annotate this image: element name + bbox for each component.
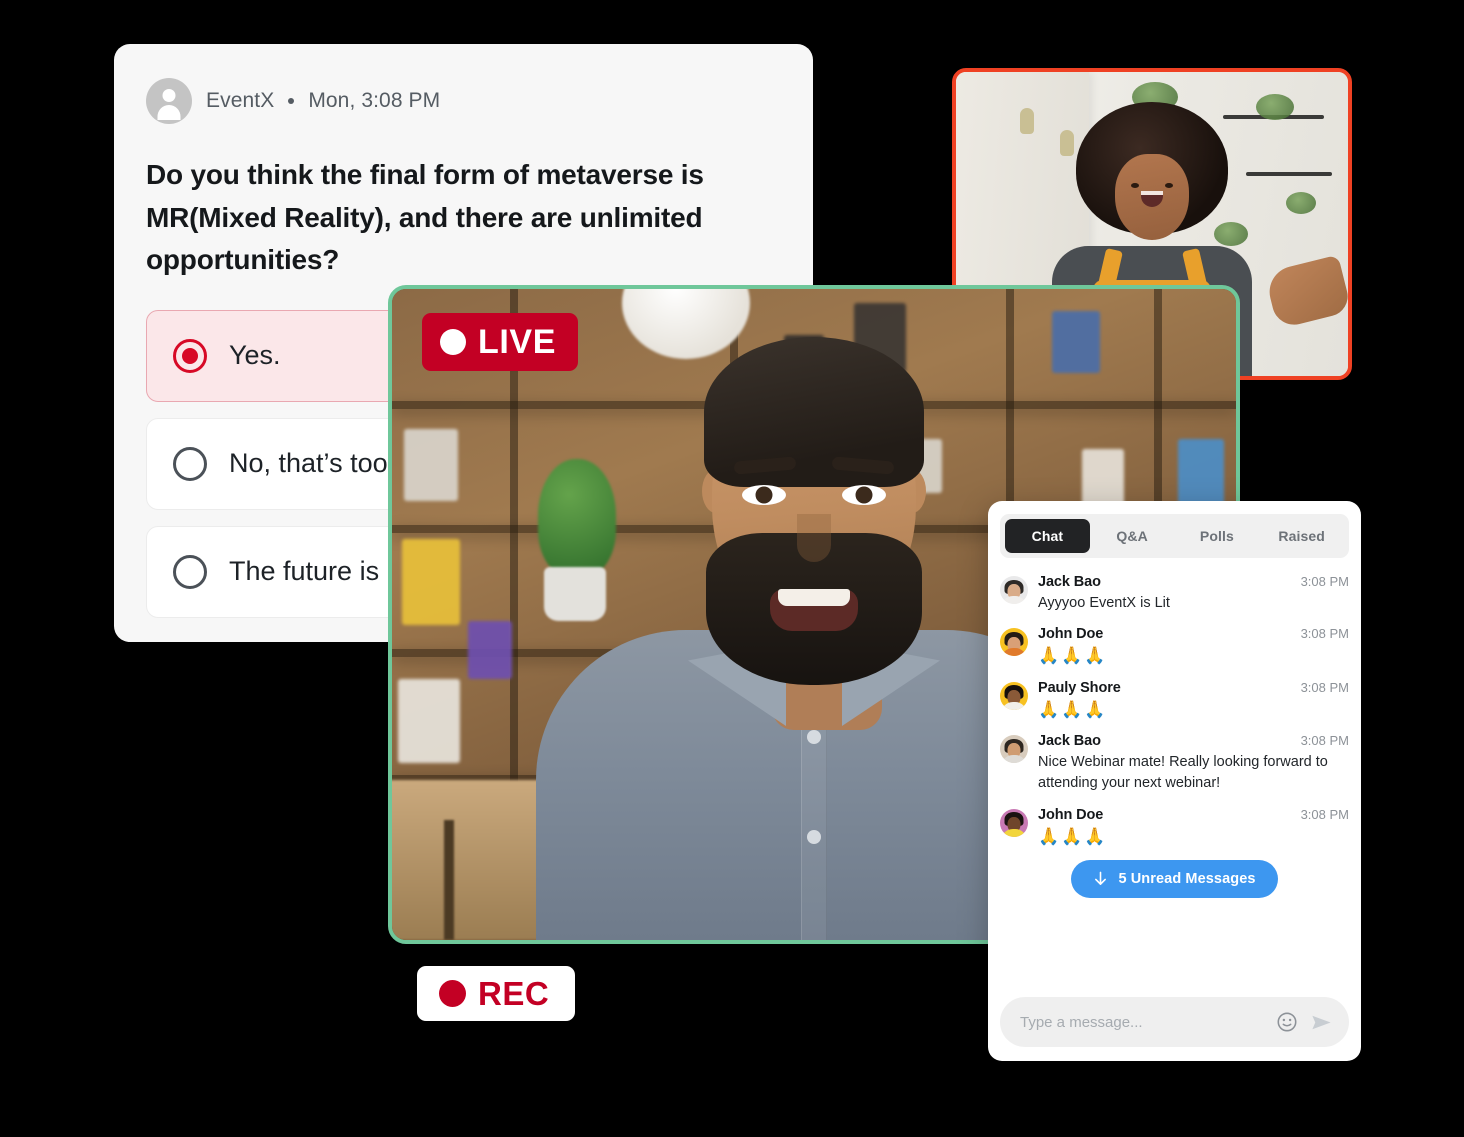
chat-message: John Doe 3:08 PM 🙏🙏🙏: [1000, 626, 1349, 667]
tab-chat[interactable]: Chat: [1005, 519, 1090, 553]
chat-tab-bar: Chat Q&A Polls Raised: [1000, 514, 1349, 558]
avatar: [1000, 628, 1028, 657]
chat-message: Pauly Shore 3:08 PM 🙏🙏🙏: [1000, 680, 1349, 721]
chat-timestamp: 3:08 PM: [1300, 574, 1349, 589]
poll-option-label: The future is: [229, 556, 380, 587]
unread-messages-label: 5 Unread Messages: [1118, 870, 1256, 887]
record-dot-icon: [440, 329, 466, 355]
tab-qa[interactable]: Q&A: [1090, 519, 1175, 553]
chat-message: John Doe 3:08 PM 🙏🙏🙏: [1000, 807, 1349, 848]
live-badge: LIVE: [422, 313, 578, 371]
chat-message: Jack Bao 3:08 PM Ayyyoo EventX is Lit: [1000, 574, 1349, 614]
avatar: [1000, 808, 1028, 837]
live-label: LIVE: [478, 323, 556, 361]
poll-header: EventX Mon, 3:08 PM: [146, 78, 781, 124]
poll-option-label: No, that’s too: [229, 448, 388, 479]
rec-label: REC: [478, 975, 550, 1012]
person-avatar-icon: [146, 78, 192, 124]
shelf-book: [1052, 311, 1100, 373]
chat-panel: Chat Q&A Polls Raised Jack Bao 3:08 PM A…: [988, 501, 1361, 1061]
chat-sender-name: Jack Bao: [1038, 574, 1101, 590]
chat-sender-name: Jack Bao: [1038, 732, 1101, 749]
chat-message-text: Nice Webinar mate! Really looking forwar…: [1038, 753, 1328, 792]
shelf-book: [468, 621, 512, 679]
chat-message-list[interactable]: Jack Bao 3:08 PM Ayyyoo EventX is Lit Jo…: [1000, 558, 1349, 987]
tab-raised[interactable]: Raised: [1259, 519, 1344, 553]
eye: [1165, 183, 1173, 189]
wall-hook: [1020, 108, 1034, 134]
teeth: [778, 589, 850, 606]
poll-meta: EventX Mon, 3:08 PM: [206, 89, 440, 113]
chat-sender-name: John Doe: [1038, 806, 1104, 823]
chat-sender-name: Pauly Shore: [1038, 679, 1121, 696]
message-input[interactable]: [1020, 1013, 1265, 1031]
poll-author: EventX: [206, 89, 275, 112]
record-dot-icon: [439, 980, 466, 1007]
chat-message-text: 🙏🙏🙏: [1038, 646, 1108, 666]
shelf-book: [1178, 439, 1224, 505]
poll-question: Do you think the final form of metaverse…: [146, 159, 704, 276]
radio-unselected-icon[interactable]: [173, 446, 207, 481]
nose: [797, 514, 831, 562]
radio-unselected-icon[interactable]: [173, 554, 207, 589]
chat-message-text: 🙏🙏🙏: [1038, 826, 1108, 846]
send-icon[interactable]: [1309, 1010, 1333, 1034]
shelf-book: [404, 429, 458, 501]
emoji-icon[interactable]: [1275, 1010, 1299, 1034]
shelf-book: [402, 539, 460, 625]
chat-message: Jack Bao 3:08 PM Nice Webinar mate! Real…: [1000, 733, 1349, 795]
chat-timestamp: 3:08 PM: [1300, 806, 1349, 822]
desk-leg: [444, 820, 454, 940]
hanging-plant: [1256, 94, 1294, 120]
shelf-bar: [1246, 172, 1333, 177]
poll-timestamp: Mon, 3:08 PM: [308, 89, 441, 112]
shelf-book: [398, 679, 460, 763]
radio-selected-icon[interactable]: [173, 338, 207, 373]
self-person-face: [1115, 154, 1189, 241]
chat-input-bar[interactable]: [1000, 997, 1349, 1047]
shelf-book: [1082, 449, 1124, 509]
eye: [1131, 183, 1139, 189]
potted-plant-foliage: [538, 459, 616, 577]
chat-message-text: 🙏🙏🙏: [1038, 699, 1108, 719]
chat-timestamp: 3:08 PM: [1300, 732, 1349, 748]
chat-timestamp: 3:08 PM: [1300, 679, 1349, 695]
avatar: [1000, 576, 1028, 604]
chat-message-text: Ayyyoo EventX is Lit: [1038, 595, 1170, 611]
wall-hook: [1060, 130, 1074, 156]
eye: [742, 485, 786, 505]
unread-banner-wrap: 5 Unread Messages: [1000, 859, 1349, 898]
avatar: [1000, 734, 1028, 763]
eye: [842, 485, 886, 505]
tab-polls[interactable]: Polls: [1175, 519, 1260, 553]
hanging-plant: [1214, 222, 1248, 246]
separator-dot-icon: [288, 98, 295, 104]
unread-messages-button[interactable]: 5 Unread Messages: [1071, 859, 1278, 898]
webinar-composite: EventX Mon, 3:08 PM Do you think the fin…: [0, 0, 1464, 1137]
hanging-plant: [1286, 192, 1316, 214]
poll-option-label: Yes.: [229, 340, 281, 371]
shirt-button: [807, 730, 821, 744]
plant-pot: [544, 567, 606, 621]
self-person-hand: [1264, 254, 1348, 330]
mouth: [1141, 191, 1163, 208]
chat-timestamp: 3:08 PM: [1300, 626, 1349, 642]
arrow-down-icon: [1095, 871, 1107, 886]
avatar: [1000, 681, 1028, 710]
chat-sender-name: John Doe: [1038, 626, 1104, 643]
rec-badge: REC: [417, 966, 576, 1021]
shirt-button: [807, 830, 821, 844]
